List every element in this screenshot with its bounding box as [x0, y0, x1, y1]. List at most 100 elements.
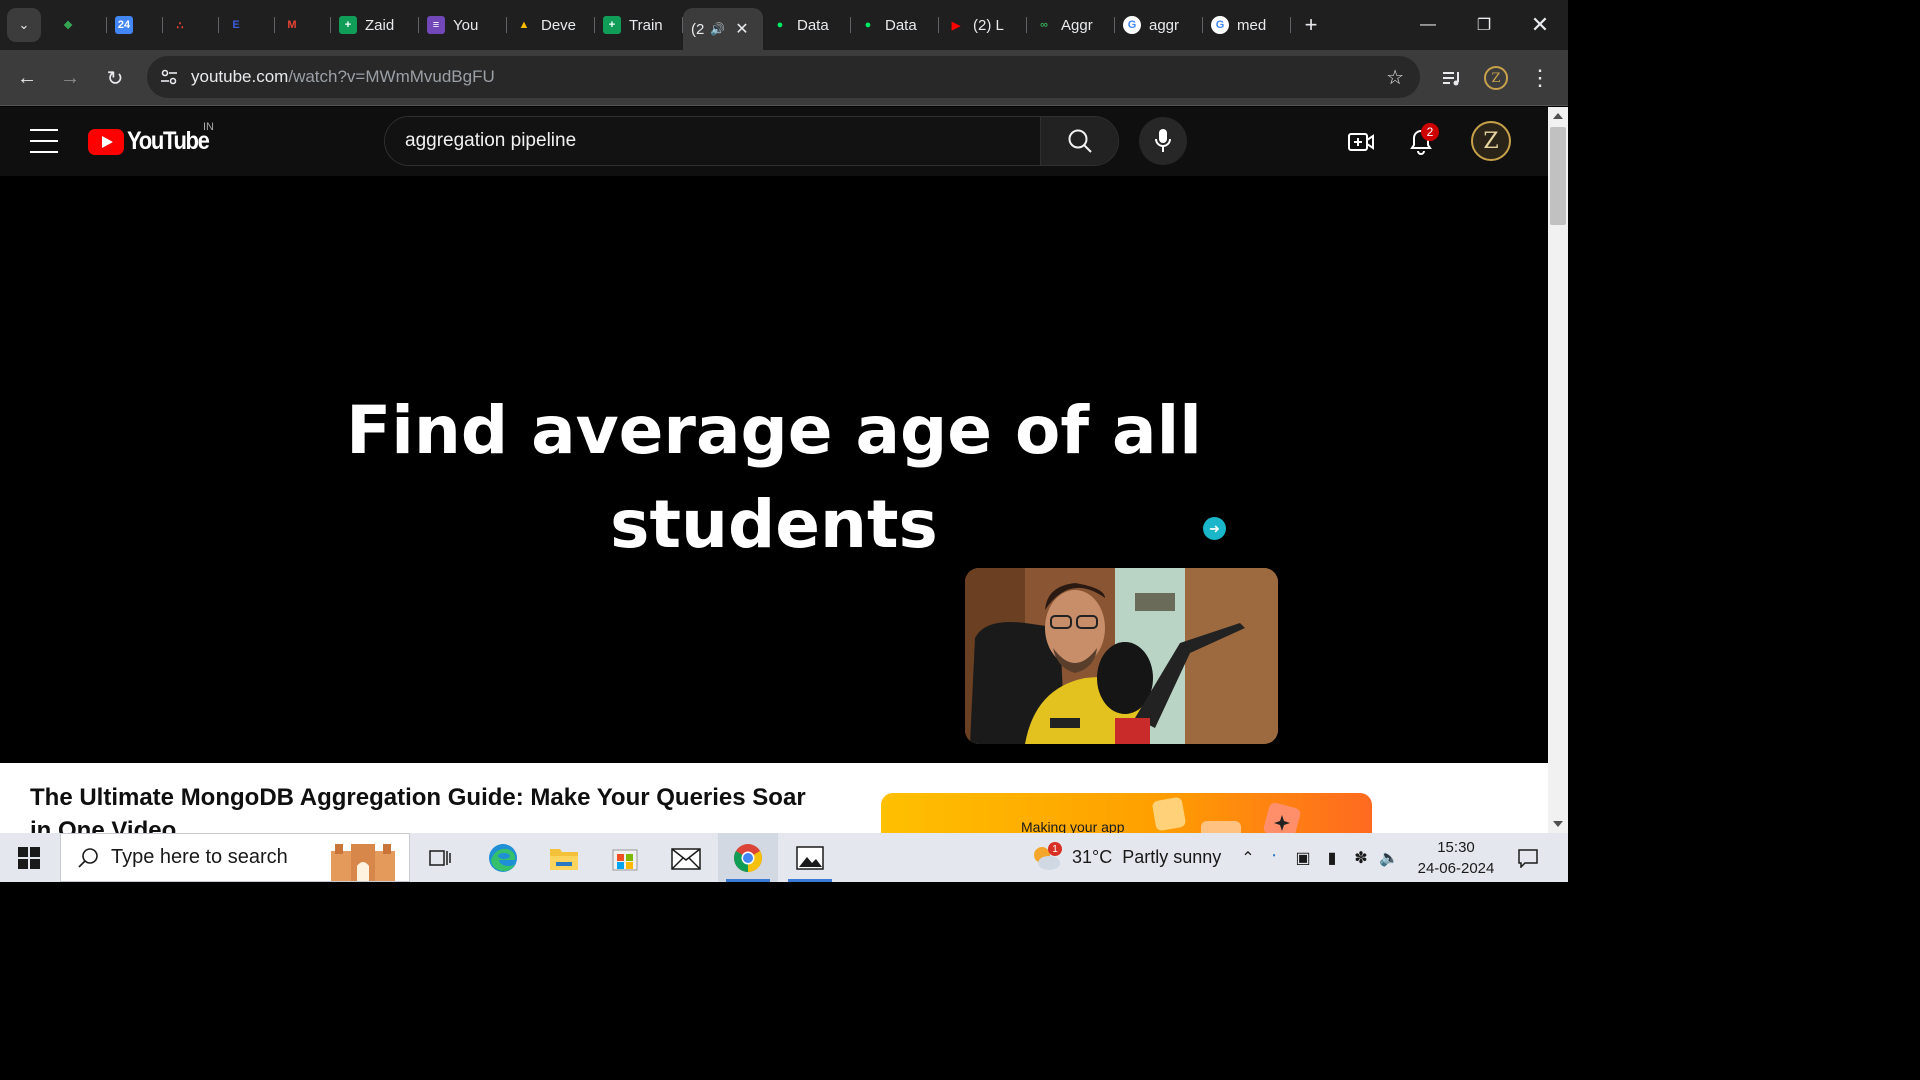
back-button[interactable]: ← [9, 60, 45, 96]
clock-time: 15:30 [1437, 839, 1475, 856]
forward-button[interactable]: → [52, 60, 88, 96]
taskbar-edge[interactable] [473, 833, 533, 882]
browser-tab[interactable]: ❖ [51, 8, 107, 42]
browser-tab[interactable]: ● Data [851, 8, 939, 42]
tab-title: (2 [691, 20, 705, 38]
minimize-button[interactable]: — [1400, 0, 1456, 50]
mail-icon [671, 847, 701, 870]
google-forms-icon: ≡ [427, 16, 445, 34]
sponsored-ad-card[interactable]: Making your app [881, 793, 1372, 833]
taskbar-microsoft-store[interactable] [595, 833, 655, 882]
tab-title: Train [629, 16, 663, 34]
profile-button[interactable]: Z [1480, 62, 1512, 94]
bluetooth-icon[interactable]: ᛫ [1259, 849, 1289, 867]
browser-tab[interactable]: Gmed [1203, 8, 1291, 42]
task-view-button[interactable] [410, 833, 470, 882]
reload-button[interactable]: ↻ [97, 60, 133, 96]
browser-tab[interactable]: ∴ [163, 8, 219, 42]
scroll-down-arrow[interactable] [1553, 821, 1563, 827]
youtube-logo[interactable]: YouTube IN [88, 121, 220, 156]
taskbar-chrome[interactable] [718, 833, 778, 882]
browser-tab[interactable]: ∞ Aggr [1027, 8, 1115, 42]
browser-tab[interactable]: M [275, 8, 331, 42]
queue-music-icon [1443, 72, 1459, 86]
weather-widget[interactable]: 1 31°C Partly sunny [1030, 833, 1221, 882]
presenter-webcam-overlay [965, 568, 1278, 744]
browser-tab[interactable]: + Train [595, 8, 683, 42]
browser-tab[interactable]: 24 [107, 8, 163, 42]
notification-center-button[interactable] [1500, 833, 1556, 882]
browser-tab[interactable]: (2 🔊 ✕ [683, 8, 763, 50]
youtube-masthead: YouTube IN 2 Z [0, 107, 1548, 176]
voice-search-button[interactable] [1139, 117, 1187, 165]
new-tab-button[interactable]: + [1295, 9, 1327, 41]
search-input[interactable] [385, 117, 1041, 165]
arrow-right-icon: → [60, 66, 80, 89]
taskbar-photos[interactable] [780, 833, 840, 882]
search-icon [1068, 129, 1092, 153]
ad-graphic [1152, 797, 1301, 833]
meet-now-icon[interactable]: ▣ [1289, 848, 1317, 868]
youtube-icon: ▶ [951, 19, 961, 32]
tab-audio-icon[interactable]: 🔊 [710, 22, 725, 36]
chrome-menu-button[interactable]: ⋮ [1524, 62, 1556, 94]
link-icon: ∞ [1040, 19, 1048, 31]
task-view-icon [429, 849, 451, 866]
browser-tab[interactable]: Gaggr [1115, 8, 1203, 42]
account-avatar[interactable]: Z [1471, 121, 1511, 161]
close-window-button[interactable]: ✕ [1512, 0, 1568, 50]
clock-date: 24-06-2024 [1417, 860, 1495, 877]
google-g-icon: G [1211, 16, 1229, 34]
media-control-button[interactable] [1436, 62, 1468, 94]
battery-icon[interactable]: ▮ [1317, 848, 1347, 868]
start-button[interactable] [0, 833, 58, 882]
plus-icon: + [1304, 12, 1318, 37]
browser-tab[interactable]: ▶ (2) L [939, 8, 1027, 42]
tab-search-button[interactable]: ⌄ [7, 8, 41, 42]
taskbar-file-explorer[interactable] [534, 833, 594, 882]
scroll-up-arrow[interactable] [1553, 113, 1563, 119]
video-caption-line2: students [610, 486, 938, 563]
youtube-play-icon [88, 128, 124, 155]
chevron-down-icon: ⌄ [18, 17, 30, 32]
browser-tab[interactable]: ▲ Deve [507, 8, 595, 42]
reload-icon: ↻ [106, 67, 124, 90]
notifications-button[interactable]: 2 [1403, 123, 1439, 160]
search-icon [78, 847, 98, 868]
create-button[interactable] [1343, 124, 1379, 160]
scrollbar-thumb[interactable] [1550, 127, 1566, 225]
search-highlight-graphic [331, 844, 395, 881]
google-drive-icon: ▲ [518, 19, 530, 31]
browser-tab[interactable]: ≡ You [419, 8, 507, 42]
bookmark-star-button[interactable]: ☆ [1386, 65, 1404, 90]
video-player[interactable]: Find average age of all students ➜ [0, 176, 1548, 763]
notification-count-badge: 2 [1421, 123, 1439, 141]
tab-title: Aggr [1061, 16, 1093, 34]
wifi-icon[interactable]: ✽ [1347, 848, 1375, 868]
page-scrollbar[interactable] [1548, 107, 1568, 833]
url-text: youtube.com/watch?v=MWmMvudBgFU [191, 67, 495, 87]
tab-title: Data [797, 16, 829, 34]
site-info-button[interactable] [153, 61, 185, 93]
browser-tab[interactable]: E [219, 8, 275, 42]
video-title: The Ultimate MongoDB Aggregation Guide: … [30, 784, 806, 833]
chevron-up-icon[interactable]: ⌃ [1237, 848, 1259, 868]
taskbar-search-box[interactable]: Type here to search [60, 833, 410, 882]
tab-close-icon[interactable]: ✕ [735, 19, 748, 39]
windows-logo-icon [18, 846, 40, 869]
taskbar-mail[interactable] [656, 833, 716, 882]
guide-menu-button[interactable] [30, 129, 58, 153]
address-bar[interactable]: youtube.com/watch?v=MWmMvudBgFU ☆ [147, 56, 1420, 98]
arrow-right-circle-icon: ➜ [1203, 517, 1226, 540]
google-sheets-icon: + [339, 16, 357, 34]
edge-icon [489, 843, 517, 872]
browser-tab[interactable]: + Zaid [331, 8, 419, 42]
volume-icon[interactable]: 🔈 [1375, 848, 1403, 868]
system-clock[interactable]: 15:30 24-06-2024 [1408, 837, 1504, 879]
browser-tab[interactable]: ● Data [763, 8, 851, 42]
arrow-left-icon: ← [17, 66, 37, 89]
profile-avatar: Z [1484, 66, 1508, 90]
minimize-icon: — [1420, 16, 1436, 33]
restore-button[interactable]: ❐ [1456, 0, 1512, 50]
search-button[interactable] [1040, 117, 1118, 165]
